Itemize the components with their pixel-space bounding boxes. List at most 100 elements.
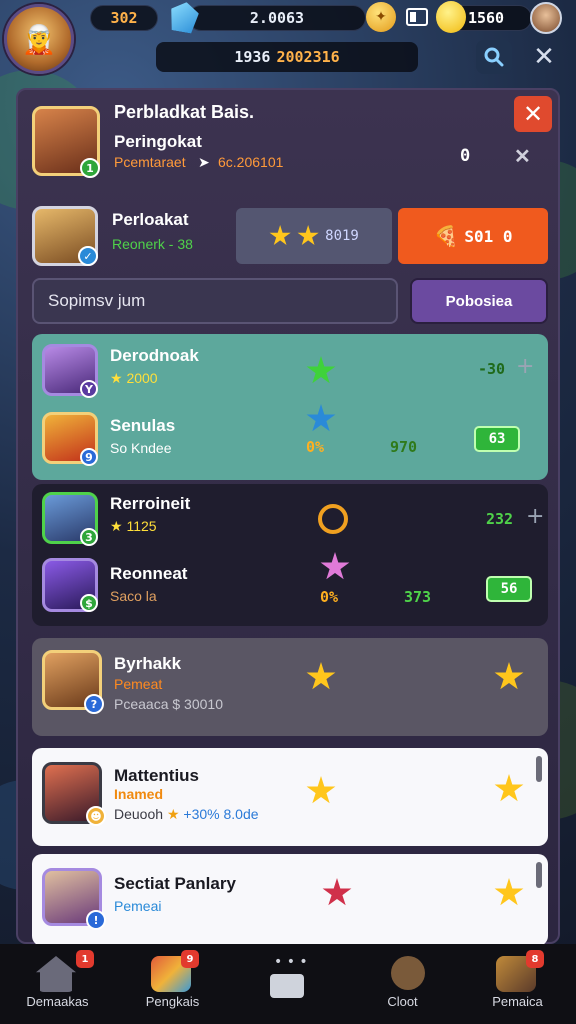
claim-button[interactable]: 56 <box>486 576 532 602</box>
smiley-icon <box>391 956 425 990</box>
stars-button[interactable]: 8019 <box>236 208 392 264</box>
nav-badge: 9 <box>181 950 199 968</box>
close-icon[interactable]: ✕ <box>528 40 560 74</box>
search-icon <box>484 47 504 67</box>
header-count: 0 <box>460 146 471 166</box>
level-counter: 302 <box>90 5 158 31</box>
profile-avatar[interactable] <box>530 2 562 34</box>
nav-item-games[interactable]: 9 Pengkais <box>115 944 230 1024</box>
item-badge: ! <box>86 910 106 930</box>
arrow-icon: ➤ <box>198 154 210 170</box>
top-bar: 🧝 302 2.0063 ✦ 1560 1936 2002316 ✕ <box>0 0 576 84</box>
banner-counter-left: 1936 <box>234 48 271 66</box>
scrollbar[interactable] <box>536 756 542 782</box>
close-button[interactable]: ✕ <box>514 96 552 132</box>
star-icon <box>306 776 336 804</box>
item-title: Senulas <box>110 416 176 435</box>
list-group: 3 Rerroineit ★ 1125 232 + $ Reonneat Sac… <box>32 484 548 626</box>
nav-item-home[interactable]: 1 Demaakas <box>0 944 115 1024</box>
item-badge: 3 <box>80 528 98 546</box>
spiral-icon <box>318 504 348 534</box>
nav-label: Pemaica <box>492 994 543 1009</box>
search-button[interactable] <box>476 40 512 74</box>
item-sub: ★ 2000 <box>110 370 158 386</box>
item-sub: Pemeai <box>114 898 162 914</box>
blue-badge-icon <box>306 404 336 432</box>
star-icon <box>494 662 524 690</box>
star-icon <box>269 225 291 246</box>
pizza-icon: 🍕 <box>433 224 459 248</box>
cards-stack-icon <box>270 974 304 998</box>
player-avatar[interactable]: 🧝 <box>4 4 74 74</box>
purchase-button-value: S01 0 <box>464 226 513 246</box>
header-sub-right: 6c.206101 <box>218 154 284 170</box>
coin-icon <box>436 1 466 33</box>
item-percent: 0% <box>306 438 325 456</box>
header-portrait-badge: 1 <box>80 158 100 178</box>
star-icon <box>306 662 336 690</box>
red-star-icon <box>322 878 352 906</box>
player-name: Perloakat <box>112 210 189 229</box>
nav-badge: 1 <box>76 950 94 968</box>
item-title: Mattentius <box>114 766 199 785</box>
item-sub: Saco la <box>110 588 157 604</box>
banner-counter-right: 2002316 <box>276 48 340 66</box>
nav-label: Pengkais <box>145 994 200 1009</box>
item-sub: Pemeat <box>114 676 163 692</box>
star-icon <box>494 774 524 802</box>
scrollbar[interactable] <box>536 862 542 888</box>
nav-item-profile[interactable]: 8 Pemaica <box>460 944 575 1024</box>
gold-coin-icon: ✦ <box>366 2 396 32</box>
item-sub-detail: Pceaaca $ 30010 <box>114 696 223 712</box>
nav-item-center[interactable]: • • • <box>230 944 345 1024</box>
plus-icon[interactable]: + <box>516 354 534 379</box>
search-submit-button[interactable]: Pobosiea <box>410 278 548 324</box>
main-panel: 1 Perbladkat Bais. Peringokat Pcemtaraet… <box>16 88 560 946</box>
item-center-value: 373 <box>404 588 432 606</box>
banner-counter: 1936 2002316 <box>156 42 418 72</box>
purchase-button[interactable]: 🍕 S01 0 <box>398 208 548 264</box>
item-title: Rerroineit <box>110 494 191 513</box>
item-right-value: 232 <box>486 510 514 528</box>
green-star-icon <box>306 356 336 384</box>
panel-title: Perbladkat Bais. <box>114 102 255 122</box>
item-title: Byrhakk <box>114 654 182 673</box>
item-sub-detail-bonus: +30% 8.0de <box>183 806 259 822</box>
gems-counter: 2.0063 <box>188 5 366 31</box>
search-input[interactable]: Sopimsv jum <box>32 278 398 324</box>
player-badge: ✓ <box>78 246 98 266</box>
nav-badge: 8 <box>526 950 544 968</box>
list-card[interactable]: ? Byrhakk Pemeat Pceaaca $ 30010 <box>32 638 548 736</box>
item-badge: 9 <box>80 448 98 466</box>
item-sub: So Kndee <box>110 440 172 456</box>
list-card[interactable]: ! Sectiat Panlary Pemeai <box>32 854 548 946</box>
nav-label: Demaakas <box>26 994 89 1009</box>
list-card[interactable]: ☻ Mattentius Inamed Deuooh ★ +30% 8.0de <box>32 748 548 846</box>
nav-item-chat[interactable]: Cloot <box>345 944 460 1024</box>
plus-icon[interactable]: + <box>526 504 544 529</box>
star-icon <box>494 878 524 906</box>
header-name: Peringokat <box>114 132 202 151</box>
item-sub-value: 2000 <box>126 370 158 386</box>
bottom-nav: 1 Demaakas 9 Pengkais • • • Cloot 8 Pema… <box>0 944 576 1024</box>
star-icon <box>297 225 319 246</box>
item-sub-value: 1125 <box>126 518 157 534</box>
item-percent: 0% <box>320 588 339 606</box>
item-sub: Inamed <box>114 786 164 802</box>
claim-button[interactable]: 63 <box>474 426 520 452</box>
item-center-value: 970 <box>390 438 418 456</box>
item-badge: ☻ <box>86 806 106 826</box>
item-badge: Y <box>80 380 98 398</box>
item-sub: ★ 1125 <box>110 518 157 534</box>
dismiss-icon[interactable]: ✕ <box>514 144 531 169</box>
player-sub: Reonerk - 38 <box>112 236 193 252</box>
stars-button-value: 8019 <box>325 228 359 244</box>
cards-icon <box>406 8 428 26</box>
home-icon <box>36 956 76 992</box>
item-right-value: -30 <box>478 360 506 378</box>
pink-star-icon <box>320 552 350 580</box>
item-badge: ? <box>84 694 104 714</box>
list-group: Y Derodnoak ★ 2000 -30 + 9 Senulas So Kn… <box>32 334 548 480</box>
item-sub-detail: Deuooh ★ +30% 8.0de <box>114 806 259 822</box>
item-sub-detail-text: Deuooh <box>114 806 164 822</box>
